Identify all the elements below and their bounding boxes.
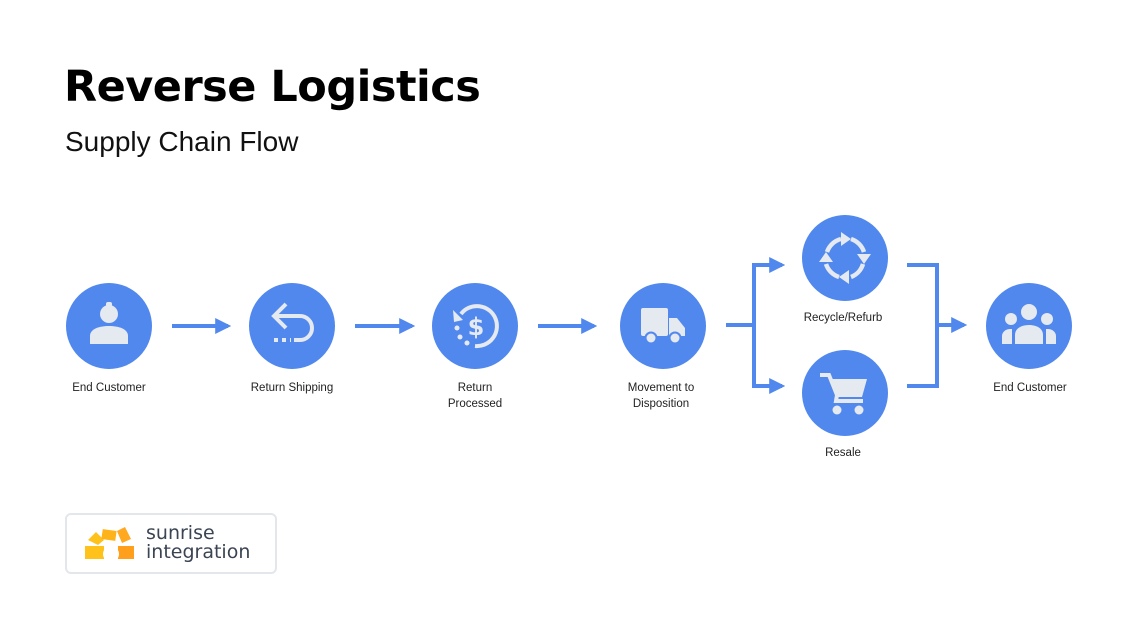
node-label-movement-to-disposition: Movement to Disposition [591,380,731,412]
label-line: Return [457,382,493,394]
sunrise-logo-icon [85,527,134,561]
label-line: End Customer [72,382,146,394]
node-circle [249,283,335,369]
label-line: Return Shipping [250,382,334,394]
node-end-customer-start [66,283,152,369]
node-label-recycle-refurb: Recycle/Refurb [773,310,913,326]
node-return-shipping [249,283,335,369]
logo-wordmark: sunrise integration [146,524,250,562]
node-circle [802,215,888,301]
node-label-resale: Resale [773,445,913,461]
label-line: End Customer [993,382,1067,394]
node-label-end-customer-start: End Customer [39,380,179,396]
node-movement-to-disposition [620,283,706,369]
logo-line-2: integration [146,541,251,563]
label-line: Processed [447,398,503,410]
node-recycle-refurb [802,215,888,301]
node-return-processed: $ [432,283,518,369]
label-line: Movement to [627,382,695,394]
label-line: Resale [825,447,861,459]
svg-text:$: $ [468,313,485,341]
node-end-customer-end [986,283,1072,369]
node-label-end-customer-end: End Customer [960,380,1100,396]
node-label-return-shipping: Return Shipping [222,380,362,396]
node-label-return-processed: Return Processed [405,380,545,412]
node-resale [802,350,888,436]
sunrise-integration-logo: sunrise integration [65,513,277,574]
label-line: Recycle/Refurb [803,312,883,324]
label-line: Disposition [632,398,690,410]
